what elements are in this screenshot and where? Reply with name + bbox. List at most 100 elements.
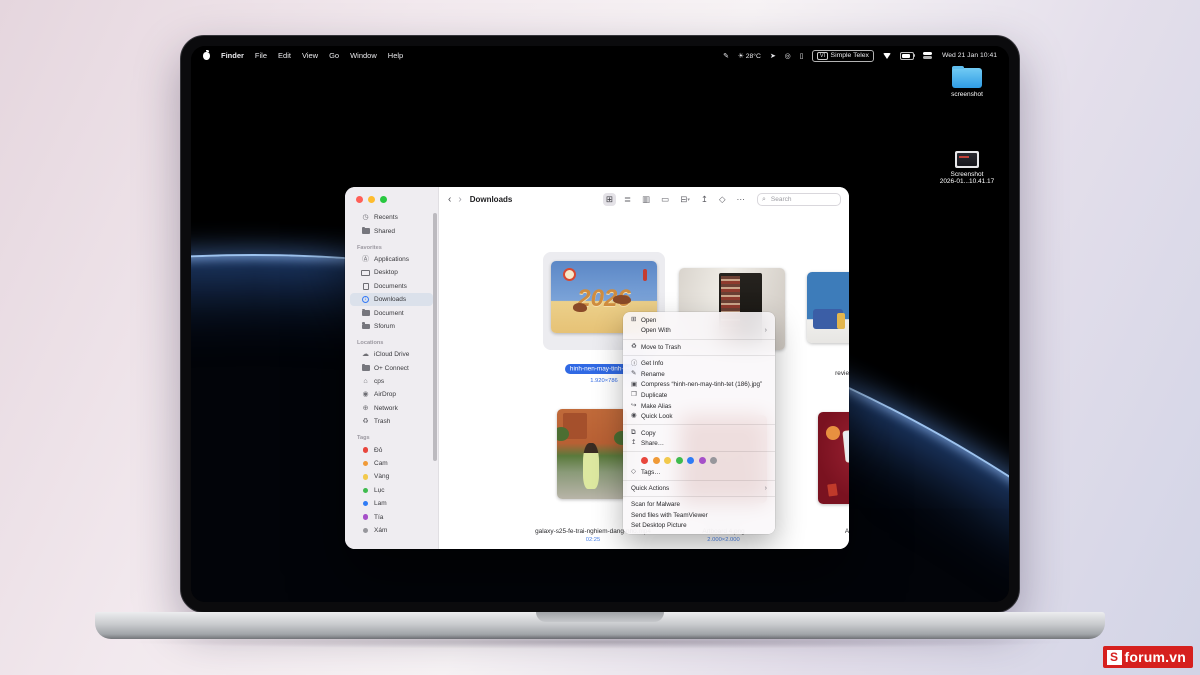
tag-color-gray[interactable]	[710, 457, 717, 465]
sidebar-item-applications[interactable]: Ⓐ Applications	[350, 253, 433, 266]
view-gallery-button[interactable]: ▭	[658, 193, 672, 206]
app-status-icon-2[interactable]: ◎	[785, 52, 791, 60]
context-menu-item-copy[interactable]: ⧉ Copy	[623, 428, 775, 439]
tag-dot-gray	[362, 527, 369, 534]
folder-icon	[361, 322, 370, 330]
minimize-window-button[interactable]	[368, 196, 375, 203]
context-menu-item-quick-look[interactable]: ◉ Quick Look	[623, 411, 775, 422]
zoom-window-button[interactable]	[380, 196, 387, 203]
tag-color-blue[interactable]	[687, 457, 694, 465]
group-by-button[interactable]: ⊟▾	[677, 193, 693, 206]
sidebar-item-sforum[interactable]: Sforum	[350, 320, 433, 333]
context-menu-item-tags[interactable]: ◇ Tags…	[623, 467, 775, 478]
sidebar-tag-luc[interactable]: Lục	[350, 484, 433, 497]
sidebar-item-cps[interactable]: ⌂ cps	[350, 375, 433, 388]
tag-color-yellow[interactable]	[664, 457, 671, 465]
duplicate-icon: ❐	[631, 391, 637, 399]
context-menu-item-scan-for-malware[interactable]: Scan for Malware	[623, 500, 775, 511]
apple-logo-icon[interactable]	[203, 49, 210, 60]
menu-label: Quick Look	[641, 413, 673, 421]
pencil-icon[interactable]: ✎	[723, 52, 729, 60]
sidebar-item-downloads[interactable]: ↓ Downloads	[350, 292, 433, 307]
sidebar-item-desktop[interactable]: Desktop	[350, 266, 433, 279]
file-name[interactable]: Artboard 3.png	[818, 528, 849, 535]
tag-button[interactable]: ◇	[716, 193, 729, 206]
more-options-button[interactable]: ⋯	[734, 193, 749, 206]
context-menu-item-set-desktop-picture[interactable]: Set Desktop Picture	[623, 521, 775, 532]
sidebar-scrollbar[interactable]	[432, 213, 437, 461]
context-menu-item-share[interactable]: ↥ Share…	[623, 438, 775, 449]
sidebar-tag-cam[interactable]: Cam	[350, 457, 433, 470]
tag-color-red[interactable]	[641, 457, 648, 465]
close-window-button[interactable]	[356, 196, 363, 203]
context-menu-item-rename[interactable]: ✎ Rename	[623, 369, 775, 380]
context-menu-item-make-alias[interactable]: ↪ Make Alias	[623, 401, 775, 412]
sidebar-item-trash[interactable]: ♻ Trash	[350, 415, 433, 428]
sidebar-item-oplus-connect[interactable]: O+ Connect	[350, 362, 433, 375]
file-meta: 2.000×2.000	[818, 537, 849, 543]
file-name[interactable]: review-tu-lanh-10.jpg	[807, 370, 849, 377]
sidebar-item-document[interactable]: Document	[350, 306, 433, 319]
menu-go[interactable]: Go	[329, 51, 339, 60]
sidebar-tag-do[interactable]: Đỏ	[350, 443, 433, 456]
tag-color-purple[interactable]	[698, 457, 706, 465]
menu-file[interactable]: File	[255, 51, 267, 60]
view-list-button[interactable]: ≣	[621, 193, 634, 206]
sidebar-label: Đỏ	[374, 446, 383, 454]
sidebar-item-airdrop[interactable]: ◉ AirDrop	[350, 388, 433, 401]
menu-bar-clock[interactable]: Wed 21 Jan 10:41	[942, 52, 997, 59]
file-thumbnail-review-tu-lanh[interactable]	[807, 272, 849, 343]
sidebar-tag-lam[interactable]: Lam	[350, 497, 433, 510]
search-field[interactable]: ⌕	[757, 193, 841, 206]
forward-button[interactable]: ›	[457, 194, 462, 205]
open-icon: ⊞	[631, 316, 637, 324]
tag-color-orange[interactable]	[652, 457, 660, 465]
context-menu-item-open-with[interactable]: Open With ›	[623, 326, 775, 337]
weather-status[interactable]: ☀ 28°C	[738, 52, 761, 60]
control-center-icon[interactable]	[922, 52, 933, 59]
menu-view[interactable]: View	[302, 51, 318, 60]
search-input[interactable]	[768, 195, 833, 204]
file-thumbnail-artboard-3[interactable]: GEMINI LIVE	[818, 412, 849, 504]
window-title: Downloads	[469, 195, 513, 204]
view-columns-button[interactable]: ▥	[639, 193, 653, 206]
context-menu-item-move-to-trash[interactable]: ♻ Move to Trash	[623, 342, 775, 353]
sidebar-item-shared[interactable]: Shared	[350, 224, 433, 237]
battery-icon[interactable]	[899, 51, 916, 60]
app-status-icon-1[interactable]: ➤	[770, 52, 776, 60]
sidebar-tag-tia[interactable]: Tía	[350, 510, 433, 523]
sidebar-tag-vang[interactable]: Vàng	[350, 470, 433, 483]
sidebar-tag-xam[interactable]: Xám	[350, 524, 433, 537]
context-menu-item-get-info[interactable]: ⓘ Get Info	[623, 358, 775, 369]
sidebar-item-icloud[interactable]: ☁ iCloud Drive	[350, 348, 433, 361]
menu-finder[interactable]: Finder	[221, 51, 244, 60]
macos-desktop: Finder File Edit View Go Window Help ✎ ☀…	[191, 46, 1009, 602]
desktop-icon-screenshot-file[interactable]: Screenshot 2026-01...10.41.17	[939, 151, 995, 185]
tag-color-green[interactable]	[675, 457, 683, 465]
back-button[interactable]: ‹	[447, 194, 452, 205]
menu-window[interactable]: Window	[350, 51, 377, 60]
info-icon: ⓘ	[631, 359, 638, 367]
context-menu-item-quick-actions[interactable]: Quick Actions ›	[623, 483, 775, 494]
view-grid-button[interactable]: ⊞	[602, 193, 616, 206]
desktop-icon-label: Screenshot	[950, 171, 984, 178]
context-menu-item-open[interactable]: ⊞ Open	[623, 315, 775, 326]
sidebar-item-documents[interactable]: Documents	[350, 280, 433, 293]
sidebar-label: Cam	[374, 460, 388, 468]
device-status-icon[interactable]: ▯	[800, 52, 804, 60]
context-menu-item-duplicate[interactable]: ❐ Duplicate	[623, 390, 775, 401]
finder-main-pane: ‹ › Downloads ⊞ ≣ ▥ ▭ ⊟▾ ↥ ◇ ⋯ ⌕ Search …	[439, 187, 849, 549]
wifi-icon[interactable]	[882, 52, 891, 59]
share-button[interactable]: ↥	[698, 193, 711, 206]
menu-edit[interactable]: Edit	[278, 51, 291, 60]
sidebar-item-recents[interactable]: ◷ Recents	[350, 211, 433, 224]
sidebar-item-network[interactable]: ⊕ Network	[350, 402, 433, 415]
desktop-icon-screenshot-folder[interactable]: screenshot	[939, 65, 995, 98]
sidebar-label: AirDrop	[374, 391, 397, 399]
context-menu-item-compress[interactable]: ▣ Compress “hinh-nen-may-tinh-tet (186).j…	[623, 380, 775, 391]
trash-icon: ♻	[631, 343, 637, 351]
input-source-menu[interactable]: VI Simple Telex	[812, 49, 874, 62]
file-thumbnail-galaxy-video[interactable]	[557, 409, 627, 499]
menu-help[interactable]: Help	[388, 51, 403, 60]
context-menu-item-send-teamviewer[interactable]: Send files with TeamViewer	[623, 510, 775, 521]
